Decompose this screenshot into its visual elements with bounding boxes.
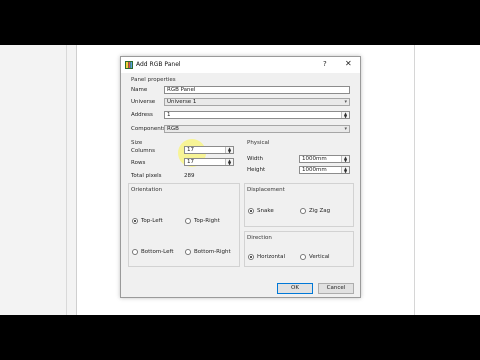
width-field[interactable]: 1000mm ▲ ▼	[299, 155, 350, 163]
physical-heading: Physical	[247, 140, 270, 146]
displacement-heading: Displacement	[247, 187, 285, 193]
cancel-button[interactable]: Cancel	[318, 283, 354, 294]
name-label: Name	[131, 87, 148, 93]
spin-arrows-icon[interactable]: ▲ ▼	[341, 112, 349, 118]
width-label: Width	[247, 156, 263, 162]
columns-value: 17	[187, 147, 194, 153]
components-select[interactable]: RGB ▾	[164, 125, 350, 133]
name-field[interactable]: RGB Panel	[164, 86, 350, 94]
displacement-zigzag-label[interactable]: Zig Zag	[309, 208, 330, 214]
rows-label: Rows	[131, 160, 146, 166]
displacement-zigzag-radio[interactable]	[300, 208, 306, 214]
address-label: Address	[131, 112, 153, 118]
chevron-down-icon: ▾	[344, 126, 347, 132]
dialog-titlebar[interactable]: Add RGB Panel ? ✕	[121, 57, 360, 73]
height-value: 1000mm	[302, 167, 327, 173]
universe-label: Universe	[131, 99, 156, 105]
add-rgb-panel-dialog: Add RGB Panel ? ✕ Panel properties Name …	[120, 56, 361, 298]
spin-arrows-icon[interactable]: ▲ ▼	[341, 156, 349, 162]
universe-select[interactable]: Universe 1 ▾	[164, 98, 350, 106]
orientation-top-right-radio[interactable]	[185, 218, 191, 224]
width-value: 1000mm	[302, 156, 327, 162]
total-pixels-value: 289	[184, 173, 195, 179]
address-field[interactable]: 1 ▲ ▼	[164, 111, 350, 119]
direction-vertical-radio[interactable]	[300, 254, 306, 260]
rows-value: 17	[187, 159, 194, 165]
height-field[interactable]: 1000mm ▲ ▼	[299, 166, 350, 174]
orientation-heading: Orientation	[131, 187, 163, 193]
app-window-background: Add RGB Panel ? ✕ Panel properties Name …	[0, 45, 480, 315]
direction-heading: Direction	[247, 235, 272, 241]
orientation-bottom-right-label[interactable]: Bottom-Right	[194, 249, 231, 255]
orientation-top-left-label[interactable]: Top-Left	[141, 218, 163, 224]
qlc-app-icon	[125, 61, 133, 69]
orientation-top-right-label[interactable]: Top-Right	[194, 218, 220, 224]
dialog-title: Add RGB Panel	[136, 61, 181, 68]
chevron-down-icon: ▾	[344, 99, 347, 105]
displacement-snake-label[interactable]: Snake	[257, 208, 274, 214]
direction-horizontal-label[interactable]: Horizontal	[257, 254, 285, 260]
direction-horizontal-radio[interactable]	[248, 254, 254, 260]
spin-arrows-icon[interactable]: ▲ ▼	[341, 167, 349, 173]
displacement-snake-radio[interactable]	[248, 208, 254, 214]
close-button[interactable]: ✕	[345, 59, 352, 68]
address-value: 1	[167, 112, 171, 118]
rows-field[interactable]: 17 ▲ ▼	[184, 158, 234, 166]
columns-field[interactable]: 17 ▲ ▼	[184, 146, 234, 154]
universe-value: Universe 1	[167, 99, 197, 105]
orientation-top-left-radio[interactable]	[132, 218, 138, 224]
orientation-bottom-left-label[interactable]: Bottom-Left	[141, 249, 174, 255]
components-value: RGB	[167, 126, 179, 132]
spin-arrows-icon[interactable]: ▲ ▼	[225, 147, 233, 153]
ok-button[interactable]: OK	[277, 283, 313, 294]
panel-properties-heading: Panel properties	[131, 77, 176, 83]
right-divider	[414, 45, 415, 315]
help-button[interactable]: ?	[323, 60, 327, 68]
orientation-bottom-right-radio[interactable]	[185, 249, 191, 255]
height-label: Height	[247, 167, 266, 173]
direction-vertical-label[interactable]: Vertical	[309, 254, 330, 260]
spin-arrows-icon[interactable]: ▲ ▼	[225, 159, 233, 165]
panel-divider	[66, 45, 67, 315]
total-pixels-label: Total pixels	[131, 173, 162, 179]
orientation-bottom-left-radio[interactable]	[132, 249, 138, 255]
components-label: Components	[131, 126, 166, 132]
columns-label: Columns	[131, 148, 155, 154]
size-heading: Size	[131, 140, 143, 146]
